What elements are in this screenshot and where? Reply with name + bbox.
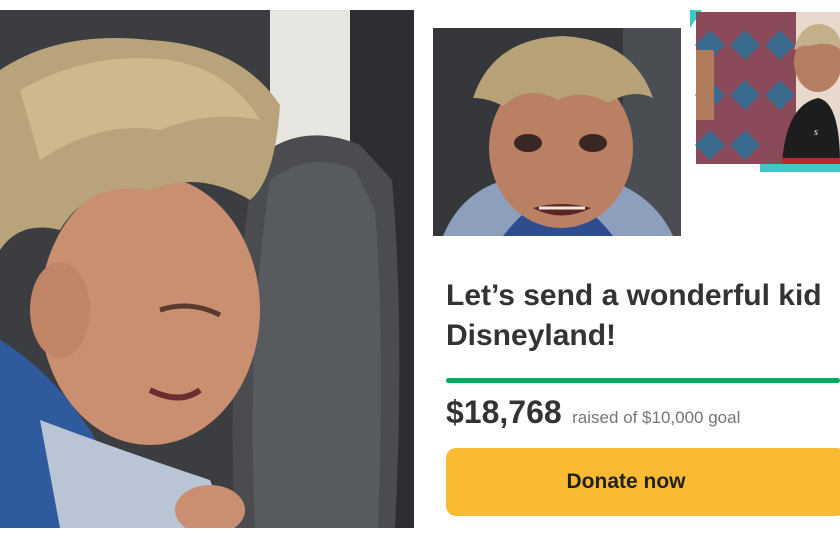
campaign-title-line2: Disneyland!	[446, 319, 617, 352]
raised-goal-text: raised of $10,000 goal	[572, 408, 741, 427]
donate-now-label: Donate now	[566, 470, 686, 493]
progress-bar	[446, 378, 840, 383]
progress-fill	[446, 378, 840, 383]
svg-text:s: s	[814, 127, 818, 138]
raised-amount: $18,768	[446, 394, 562, 430]
photo-boy-crying-car-seat	[0, 10, 414, 528]
campaign-title: Let’s send a wonderful kid Disneyland!	[446, 276, 840, 356]
photo-boy-with-adult: s	[690, 10, 840, 172]
donate-now-button[interactable]: Donate now	[446, 448, 840, 516]
photo-boy-closeup	[433, 28, 681, 236]
raised-summary: $18,768 raised of $10,000 goal	[446, 394, 840, 434]
campaign-title-line1: Let’s send a wonderful kid	[446, 279, 822, 312]
